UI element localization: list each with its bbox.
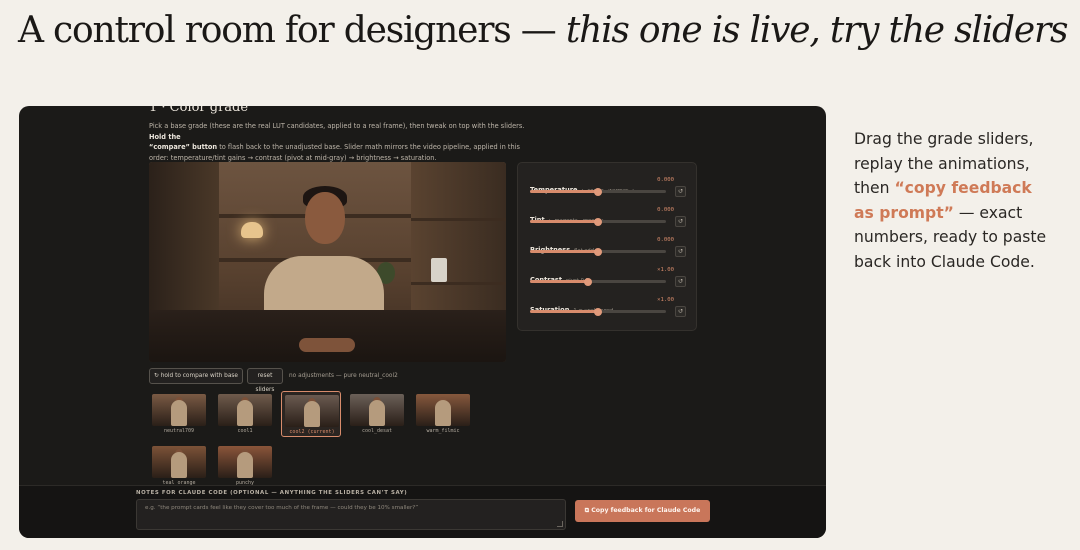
slider-row-saturation: Saturation1 = unchanged×1.00↺ (530, 297, 686, 317)
slider-thumb[interactable] (594, 187, 602, 196)
grade-preview-image (285, 395, 339, 427)
grade-preview-image (152, 446, 206, 478)
notes-placeholder: e.g. “the prompt cards feel like they co… (145, 505, 419, 511)
grade-preview-image (350, 394, 404, 426)
grade-thumbnail[interactable]: cool1 (215, 391, 275, 437)
grade-thumbnail[interactable]: teal_orange (149, 443, 209, 489)
grade-thumbnail[interactable]: punchy (215, 443, 275, 489)
section-description: Pick a base grade (these are the real LU… (149, 121, 529, 163)
grade-sliders-panel: Temperature← cooler · warmer →0.000↺ Tint… (517, 162, 697, 331)
demo-panel: 1 · Color grade Pick a base grade (these… (19, 106, 826, 538)
grade-thumbnail[interactable]: warm_filmic (413, 391, 473, 437)
section-title: 1 · Color grade (149, 106, 249, 115)
slider-track[interactable] (530, 247, 666, 256)
slider-value: 0.000 (657, 237, 674, 243)
slider-thumb[interactable] (594, 217, 602, 226)
adjustment-status: no adjustments — pure neutral_cool2 (289, 373, 398, 379)
resize-grip-icon[interactable] (557, 521, 563, 527)
grade-label: neutral709 (163, 428, 195, 434)
desc-part: Pick a base grade (these are the real LU… (149, 122, 525, 130)
lamp-icon (241, 222, 263, 238)
grade-label: cool2 (current) (289, 429, 335, 435)
slider-reset-icon[interactable]: ↺ (675, 306, 686, 317)
slider-value: 0.000 (657, 207, 674, 213)
slider-value: ×1.00 (657, 267, 674, 273)
slider-thumb[interactable] (584, 277, 593, 286)
grade-preview-image (218, 394, 272, 426)
slider-row-brightness: Brightnessflat add0.000↺ (530, 237, 686, 257)
slider-value: 0.000 (657, 177, 674, 183)
slider-reset-icon[interactable]: ↺ (675, 216, 686, 227)
slider-value: ×1.00 (657, 297, 674, 303)
compare-button[interactable]: ↻ hold to compare with base (149, 368, 243, 384)
table (149, 310, 506, 362)
slider-reset-icon[interactable]: ↺ (675, 186, 686, 197)
slider-row-contrast: Contrastpivot 0.5×1.00↺ (530, 267, 686, 287)
grade-thumbnail[interactable]: cool_desat (347, 391, 407, 437)
slider-track[interactable] (530, 187, 666, 196)
grade-thumbnail[interactable]: neutral709 (149, 391, 209, 437)
headline-italic: this one is live, try the sliders (565, 10, 1069, 51)
side-description: Drag the grade sliders, replay the anima… (854, 127, 1054, 274)
grade-thumbnail[interactable]: cool2 (current) (281, 391, 341, 437)
speaker-icon (431, 258, 447, 282)
headline-plain: A control room for designers — (18, 10, 566, 51)
slider-track[interactable] (530, 307, 666, 316)
copy-feedback-button[interactable]: ⧉ Copy feedback for Claude Code (575, 500, 710, 522)
grade-preview-image (416, 394, 470, 426)
slider-thumb[interactable] (594, 247, 602, 256)
desc-bold: “compare” button (149, 143, 218, 151)
slider-reset-icon[interactable]: ↺ (675, 276, 686, 287)
desc-bold: Hold the (149, 132, 181, 141)
page-headline: A control room for designers — this one … (18, 10, 1069, 51)
slider-track[interactable] (530, 277, 666, 286)
slider-row-tint: Tint← magenta · green →0.000↺ (530, 207, 686, 227)
slider-track[interactable] (530, 217, 666, 226)
slider-reset-icon[interactable]: ↺ (675, 246, 686, 257)
grade-preview-image (152, 394, 206, 426)
slider-row-temperature: Temperature← cooler · warmer →0.000↺ (530, 177, 686, 197)
reset-sliders-button[interactable]: reset sliders (247, 368, 283, 393)
notes-label: NOTES FOR CLAUDE CODE (OPTIONAL — ANYTHI… (136, 490, 408, 496)
grade-label: cool1 (237, 428, 253, 434)
presenter-face (305, 192, 345, 244)
grade-label: cool_desat (361, 428, 393, 434)
slider-thumb[interactable] (594, 307, 602, 316)
notes-textarea[interactable]: e.g. “the prompt cards feel like they co… (136, 499, 566, 530)
grade-label: warm_filmic (426, 428, 460, 434)
video-preview (149, 162, 506, 362)
grade-preview-image (218, 446, 272, 478)
